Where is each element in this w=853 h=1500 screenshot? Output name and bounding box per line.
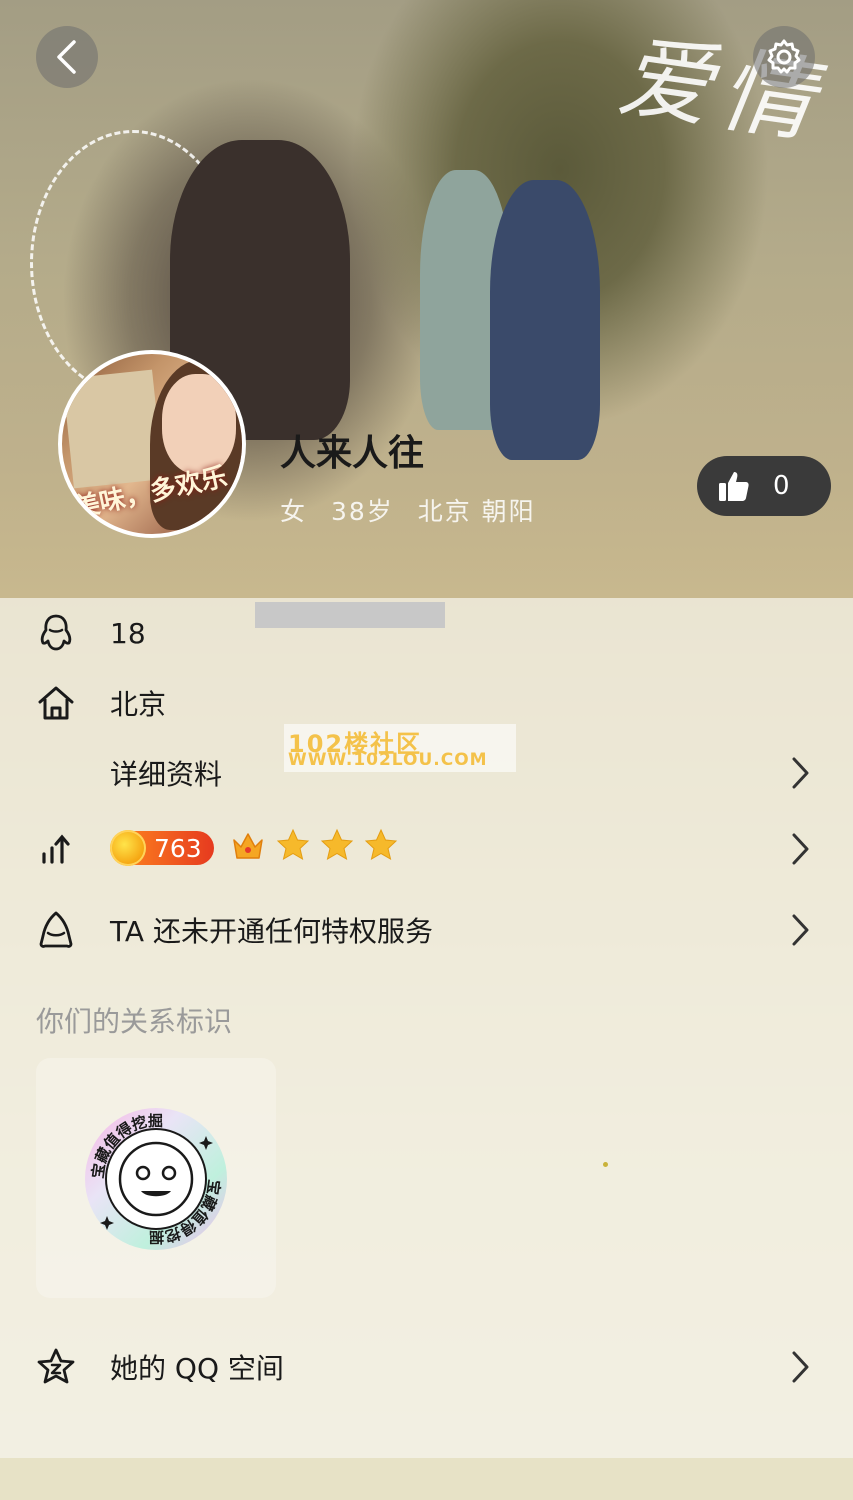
privilege-text: TA 还未开通任何特权服务 — [110, 915, 433, 948]
qq-number-text: 18 — [110, 616, 146, 650]
like-count: 0 — [773, 471, 790, 501]
nickname: 人来人往 — [280, 433, 425, 474]
star-icon — [364, 828, 398, 861]
coin-icon — [110, 830, 146, 866]
hometown: 北京 — [110, 688, 167, 721]
watermark: 102楼社区 WWW.102LOU.COM — [284, 724, 516, 772]
chevron-right-icon — [792, 833, 809, 865]
settings-button[interactable] — [753, 26, 815, 88]
gear-icon — [767, 39, 801, 74]
details-label: 详细资料 — [110, 758, 223, 791]
chevron-right-icon — [792, 914, 809, 946]
level-icons — [230, 828, 398, 864]
treasure-badge-icon: 宝藏值得挖掘 宝藏值得挖掘 — [85, 1108, 227, 1250]
privilege-row[interactable]: TA 还未开通任何特权服务 — [0, 895, 853, 965]
relation-card[interactable]: 宝藏值得挖掘 宝藏值得挖掘 — [36, 1058, 276, 1298]
back-button[interactable] — [36, 26, 98, 88]
user-meta: 女 38岁 北京 朝阳 — [280, 492, 550, 528]
chevron-left-icon — [57, 40, 76, 74]
level-value: 763 — [154, 833, 202, 863]
avatar[interactable]: 美味，多欢乐 — [58, 350, 246, 538]
decor-dot — [603, 1162, 608, 1167]
privilege-icon — [36, 910, 76, 950]
like-button[interactable]: 0 — [697, 456, 831, 516]
qzone-row[interactable]: 她的 QQ 空间 — [0, 1332, 853, 1402]
qzone-star-icon — [36, 1347, 76, 1387]
level-row[interactable]: 763 — [0, 814, 853, 884]
chevron-right-icon — [792, 757, 809, 789]
watermark-line2: WWW.102LOU.COM — [288, 750, 488, 770]
qq-number-mask — [255, 601, 445, 628]
relation-section-title: 你们的关系标识 — [36, 1005, 233, 1038]
star-icon — [320, 828, 354, 861]
decor-figure — [490, 180, 600, 460]
level-badge: 763 — [110, 830, 214, 866]
age: 38岁 — [330, 497, 394, 526]
qq-number-row[interactable]: 18 — [0, 598, 853, 668]
crown-icon — [233, 833, 263, 859]
bottom-bar — [0, 1458, 853, 1500]
thumbs-up-icon — [719, 472, 749, 501]
gender: 女 — [280, 497, 308, 526]
qq-number: 18 — [110, 601, 445, 650]
chevron-right-icon — [792, 1351, 809, 1383]
star-icon — [276, 828, 310, 861]
home-icon — [36, 683, 76, 723]
location: 北京 朝阳 — [417, 497, 536, 526]
qzone-label: 她的 QQ 空间 — [110, 1352, 284, 1385]
penguin-icon — [36, 613, 76, 653]
level-up-icon — [36, 829, 76, 869]
avatar-product-box — [62, 369, 164, 489]
avatar-face — [162, 374, 236, 474]
